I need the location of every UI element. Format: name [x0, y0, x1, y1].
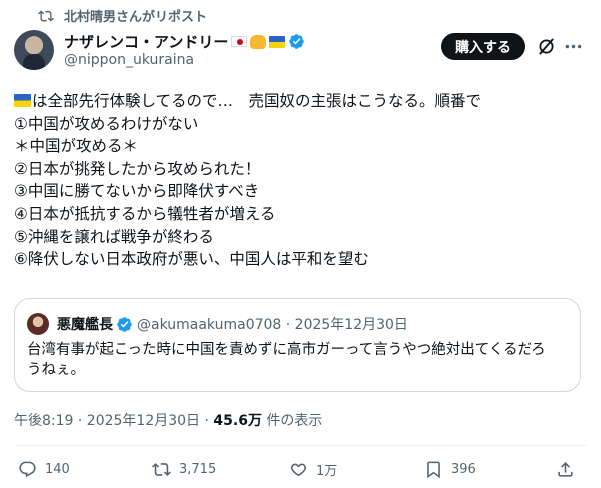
- handshake-icon: [250, 34, 267, 49]
- repost-count: 3,715: [179, 462, 217, 477]
- post-line: ＊中国が攻める＊: [14, 137, 139, 156]
- repost-icon: [38, 10, 54, 21]
- post-line: ⑤沖縄を譲れば戦争が終わる: [14, 227, 214, 246]
- post-line: ①中国が攻めるわけがない: [14, 114, 199, 133]
- post-timestamp: 午後8:19 · 2025年12月30日 · 45.6万 件の表示: [14, 410, 322, 430]
- timestamp-text[interactable]: 午後8:19 · 2025年12月30日 ·: [14, 413, 213, 429]
- views-suffix: 件の表示: [261, 413, 323, 429]
- quoted-author-avatar: [27, 313, 49, 335]
- grok-icon[interactable]: [536, 36, 557, 57]
- reply-count: 140: [45, 462, 70, 477]
- more-options-icon[interactable]: [563, 36, 584, 57]
- post-line: は全部先行体験してるので… 売国奴の主張はこうなる。順番で: [32, 92, 482, 110]
- author-avatar[interactable]: [14, 30, 54, 70]
- verified-badge-icon: [289, 34, 305, 49]
- share-icon: [558, 462, 573, 477]
- post-text: は全部先行体験してるので… 売国奴の主張はこうなる。順番で ①中国が攻めるわけが…: [14, 90, 481, 271]
- ukraine-flag-icon: [14, 94, 31, 107]
- repost-label: 北村晴男さんがリポスト: [64, 10, 208, 25]
- author-name-row[interactable]: ナザレンコ・アンドリー: [64, 31, 305, 52]
- quoted-author-name: 悪魔艦長: [57, 317, 113, 333]
- subscribe-button[interactable]: 購入する: [441, 33, 525, 60]
- bookmark-icon: [427, 461, 440, 479]
- quoted-text-line: うねぇ。: [27, 362, 85, 378]
- author-handle[interactable]: @nippon_ukuraina: [64, 52, 194, 68]
- bookmark-count: 396: [451, 462, 476, 477]
- like-button[interactable]: 1万: [289, 460, 337, 479]
- post-line: ⑥降伏しない日本政府が悪い、中国人は平和を望む: [14, 250, 369, 269]
- reply-icon: [19, 461, 36, 478]
- bookmark-button[interactable]: 396: [424, 460, 476, 479]
- japan-flag-icon: [231, 36, 248, 47]
- repost-button[interactable]: 3,715: [152, 460, 216, 479]
- repost-icon: [152, 463, 171, 476]
- author-name: ナザレンコ・アンドリー: [64, 33, 229, 51]
- reply-button[interactable]: 140: [18, 460, 70, 479]
- ukraine-flag-icon: [269, 35, 286, 48]
- like-count: 1万: [316, 464, 338, 479]
- post-line: ②日本が挑発したから攻められた！: [14, 159, 261, 178]
- quoted-post-header: 悪魔艦長 @akumaakuma0708 · 2025年12月30日: [57, 314, 408, 334]
- repost-indicator[interactable]: 北村晴男さんがリポスト: [38, 6, 207, 25]
- share-button[interactable]: [556, 460, 583, 479]
- view-count: 45.6万: [213, 413, 262, 429]
- quoted-post-text: 台湾有事が起こった時に中国を責めずに高市ガーって言うやつ絶対出てくるだろ うねぇ…: [27, 340, 572, 380]
- post-line: ④日本が抵抗するから犠牲者が増える: [14, 204, 276, 223]
- quoted-handle-date: @akumaakuma0708 · 2025年12月30日: [137, 317, 408, 333]
- divider: [14, 445, 587, 446]
- post-line: ③中国に勝てないから即降伏すべき: [14, 182, 260, 201]
- quoted-text-line: 台湾有事が起こった時に中国を責めずに高市ガーって言うやつ絶対出てくるだろ: [27, 342, 546, 358]
- verified-badge-icon: [117, 316, 132, 332]
- heart-icon: [290, 463, 307, 477]
